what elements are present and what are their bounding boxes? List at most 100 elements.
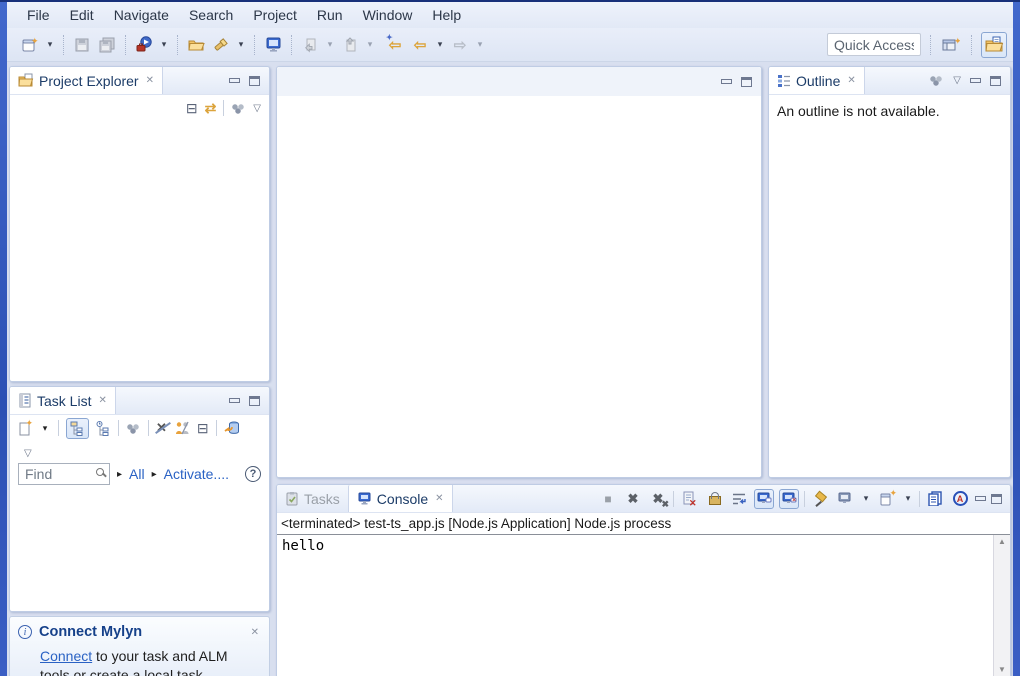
remove-all-launches-icon[interactable]: ✖✖: [648, 489, 668, 509]
tab-task-list[interactable]: Task List ✕: [10, 387, 116, 414]
menu-item-window[interactable]: Window: [353, 4, 423, 26]
maximize-icon[interactable]: [741, 77, 752, 87]
last-edit-location-icon[interactable]: ⇦ ✦: [384, 33, 406, 57]
filter-all-link[interactable]: All: [129, 466, 145, 482]
web-browser-icon[interactable]: [262, 33, 284, 57]
minimize-icon[interactable]: [229, 78, 240, 83]
close-icon[interactable]: ✕: [96, 395, 106, 406]
console-status-line: <terminated> test-ts_app.js [Node.js App…: [277, 513, 1010, 535]
categorized-view-icon[interactable]: [66, 418, 89, 439]
terminate-icon[interactable]: ■: [598, 489, 618, 509]
mylyn-title: Connect Mylyn: [39, 624, 142, 640]
show-stdout-icon[interactable]: [754, 489, 774, 509]
collapse-all-icon[interactable]: ⊟: [197, 420, 209, 437]
collapse-all-icon[interactable]: ⊟: [186, 100, 198, 117]
scroll-up-icon[interactable]: ▲: [998, 537, 1006, 546]
project-explorer-content[interactable]: [10, 121, 269, 382]
remove-launch-icon[interactable]: ✖: [623, 489, 643, 509]
new-dropdown-icon[interactable]: ▾: [44, 39, 56, 50]
view-pulldown-icon[interactable]: ▽: [253, 103, 261, 114]
ansi-console-icon[interactable]: A: [950, 489, 970, 509]
maximize-icon[interactable]: [249, 396, 260, 406]
tab-project-explorer[interactable]: Project Explorer ✕: [10, 67, 163, 94]
clear-console-icon[interactable]: ✕: [679, 489, 699, 509]
new-task-dropdown-icon[interactable]: ▾: [39, 423, 51, 434]
minimize-icon[interactable]: [721, 79, 732, 84]
activate-link[interactable]: Activate....: [164, 466, 229, 482]
task-list-content[interactable]: [10, 489, 269, 612]
open-task-folder-icon[interactable]: [185, 33, 207, 57]
quick-access-input[interactable]: [827, 33, 921, 56]
breadcrumb-pulldown-icon[interactable]: ▽: [24, 448, 32, 459]
next-annotation-icon[interactable]: [299, 33, 321, 57]
close-icon[interactable]: ✕: [144, 75, 154, 86]
tab-tasks[interactable]: Tasks: [277, 485, 348, 512]
menu-item-file[interactable]: File: [17, 4, 60, 26]
editor-content[interactable]: [277, 96, 761, 478]
minimize-icon[interactable]: [229, 398, 240, 403]
new-wizard-icon[interactable]: ✦: [19, 33, 41, 57]
menu-item-search[interactable]: Search: [179, 4, 243, 26]
word-wrap-icon[interactable]: [729, 489, 749, 509]
last-edit-star-glyph: ✦: [386, 33, 393, 42]
save-all-icon[interactable]: [96, 33, 118, 57]
expand-arrow-icon[interactable]: ▸: [117, 469, 122, 480]
maximize-icon[interactable]: [990, 76, 1001, 86]
back-icon[interactable]: ⇦: [409, 33, 431, 57]
display-console-icon[interactable]: [835, 489, 855, 509]
focus-people-icon[interactable]: [174, 421, 190, 436]
menu-item-help[interactable]: Help: [422, 4, 471, 26]
menu-item-project[interactable]: Project: [243, 4, 307, 26]
run-icon[interactable]: [133, 33, 155, 57]
view-pulldown-icon[interactable]: ▽: [953, 75, 961, 86]
search-dropdown-icon[interactable]: ▾: [235, 39, 247, 50]
view-menu-icon[interactable]: [231, 103, 246, 114]
show-stderr-icon[interactable]: ✕: [779, 489, 799, 509]
open-console-icon[interactable]: ✦: [877, 489, 897, 509]
back-dropdown-icon[interactable]: ▾: [434, 39, 446, 50]
next-annotation-dropdown-icon[interactable]: ▾: [324, 39, 336, 50]
menu-item-navigate[interactable]: Navigate: [104, 4, 179, 26]
remove-glyph-small: ✖: [661, 499, 669, 510]
console-scrollbar[interactable]: ▲ ▼: [993, 535, 1010, 676]
svg-text:✦: ✦: [31, 36, 39, 46]
close-icon[interactable]: ✕: [249, 627, 259, 638]
close-icon[interactable]: ✕: [433, 493, 443, 504]
console-page-icon[interactable]: [925, 489, 945, 509]
forward-icon[interactable]: ⇨: [449, 33, 471, 57]
scheduled-view-icon[interactable]: [96, 421, 111, 436]
maximize-icon[interactable]: [249, 76, 260, 86]
pin-console-icon[interactable]: [810, 489, 830, 509]
new-task-icon[interactable]: ✦: [18, 420, 32, 436]
view-menu-icon[interactable]: [126, 423, 141, 434]
mylyn-connect-link[interactable]: Connect: [40, 648, 92, 664]
link-with-editor-icon[interactable]: ⇄: [205, 100, 217, 117]
forward-dropdown-icon[interactable]: ▾: [474, 39, 486, 50]
scroll-lock-icon[interactable]: [704, 489, 724, 509]
console-output-area[interactable]: hello ▲ ▼: [277, 535, 1010, 676]
open-console-dropdown-icon[interactable]: ▾: [902, 493, 914, 504]
previous-annotation-icon[interactable]: [339, 33, 361, 57]
search-flashlight-icon[interactable]: [210, 33, 232, 57]
previous-annotation-dropdown-icon[interactable]: ▾: [364, 39, 376, 50]
maximize-icon[interactable]: [991, 494, 1002, 504]
scroll-down-icon[interactable]: ▼: [998, 665, 1006, 674]
run-dropdown-icon[interactable]: ▾: [158, 39, 170, 50]
help-icon[interactable]: ?: [245, 466, 261, 482]
tab-console[interactable]: Console ✕: [348, 485, 453, 512]
hide-completed-icon[interactable]: ✕: [156, 420, 167, 436]
expand-arrow-icon[interactable]: ▸: [152, 469, 157, 480]
minimize-icon[interactable]: [970, 78, 981, 83]
minimize-icon[interactable]: [975, 496, 986, 501]
tab-outline[interactable]: Outline ✕: [769, 67, 865, 94]
active-perspective-icon[interactable]: [981, 32, 1007, 58]
open-perspective-icon[interactable]: ✦: [940, 33, 962, 57]
view-menu-icon[interactable]: [929, 75, 944, 86]
synchronize-icon[interactable]: [224, 420, 240, 436]
display-console-dropdown-icon[interactable]: ▾: [860, 493, 872, 504]
menu-item-edit[interactable]: Edit: [60, 4, 104, 26]
toolbar-separator: [63, 35, 64, 55]
save-icon[interactable]: [71, 33, 93, 57]
close-icon[interactable]: ✕: [845, 75, 855, 86]
menu-item-run[interactable]: Run: [307, 4, 353, 26]
